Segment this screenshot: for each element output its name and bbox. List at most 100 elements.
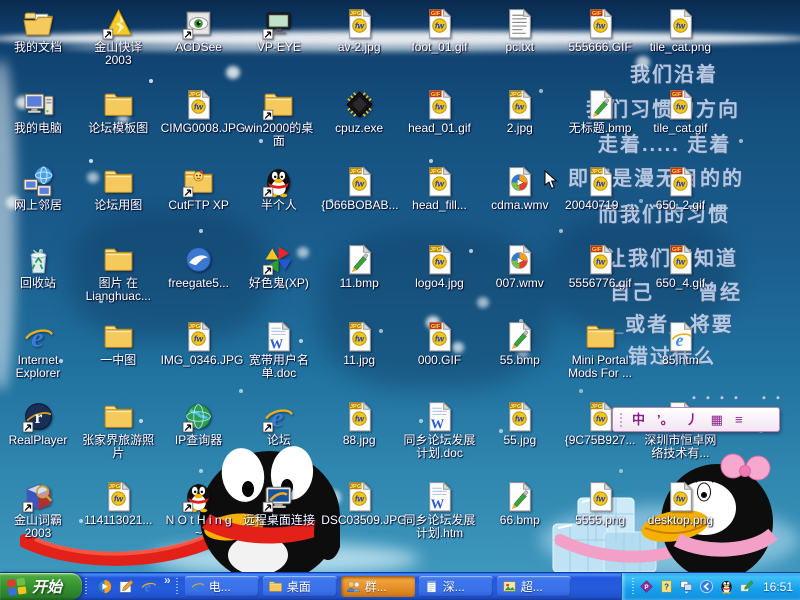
desktop-icon[interactable]: GIFfwtile_cat.gif [642, 86, 718, 135]
desktop-icon[interactable]: e论坛 [241, 398, 317, 447]
desktop-icon-label: 一中图 [80, 354, 156, 367]
desktop-icon[interactable]: JPGfw2.jpg [482, 86, 558, 135]
desktop-icon[interactable]: JPGfw11.jpg [321, 318, 397, 367]
desktop-icon[interactable]: GIFfw555666.GIF [562, 5, 638, 54]
svg-text:fw: fw [676, 103, 686, 112]
tray-back-icon[interactable] [698, 578, 715, 595]
desktop[interactable]: 我们沿着我们习惯的方向走着..... 走着即便是漫无目的的而我们的习惯让我们不知… [0, 0, 800, 573]
desktop-icon[interactable]: 55.bmp [482, 318, 558, 367]
taskbar-button-3[interactable]: 群... [341, 576, 415, 597]
desktop-icon[interactable]: 金山快译 2003 [80, 5, 156, 67]
desktop-icon[interactable]: 回收站 [0, 241, 76, 290]
desktop-icon[interactable]: 网上邻居 [0, 163, 76, 212]
desktop-icon[interactable]: JPGfw{D66BOBAB... [321, 163, 397, 212]
taskbar-button-5[interactable]: 超... [497, 576, 571, 597]
tray-windows-icon[interactable] [678, 578, 695, 595]
desktop-icon[interactable]: 11.bmp [321, 241, 397, 290]
desktop-icon[interactable]: 半个人 [241, 163, 317, 212]
desktop-icon[interactable]: 无标题.bmp [562, 86, 638, 135]
desktop-icon[interactable]: 一中图 [80, 318, 156, 367]
desktop-icon-label: ACDSee [161, 41, 237, 54]
desktop-icon[interactable]: fwdesktop.png [642, 478, 718, 527]
desktop-icon[interactable]: 论坛用图 [80, 163, 156, 212]
desktop-icon[interactable]: W同乡论坛发展 计划.htm [402, 478, 478, 540]
ime-item-3[interactable]: ▦ [711, 413, 723, 426]
desktop-icon[interactable]: 论坛模板图 [80, 86, 156, 135]
desktop-icon[interactable]: pc.txt [482, 5, 558, 54]
ime-item-1[interactable]: ’。 [657, 413, 674, 426]
desktop-icon[interactable]: CutFTP XP [161, 163, 237, 212]
desktop-icon[interactable]: JPGfwDSC03509.JPG [321, 478, 397, 527]
tray-qq-icon[interactable] [718, 578, 735, 595]
gif-icon: GIFfw [402, 5, 478, 40]
desktop-icon[interactable]: GIFfwhead_01.gif [402, 86, 478, 135]
desktop-icon[interactable]: eInternet Explorer [0, 318, 76, 380]
tray-help-icon[interactable]: ? [658, 578, 675, 595]
desktop-icon[interactable]: W同乡论坛发展 计划.doc [402, 398, 478, 460]
desktop-icon[interactable]: Mini Portal Mods For ... [562, 318, 638, 380]
desktop-icon[interactable]: VP-EYE [241, 5, 317, 54]
desktop-icon[interactable]: W宽带用户名 单.doc [241, 318, 317, 380]
desktop-icon[interactable]: JPGfwlogo4.jpg [402, 241, 478, 290]
colorful-icon [241, 241, 317, 276]
desktop-icon[interactable]: JPGfw20040719_... [562, 163, 638, 212]
windows-logo-icon [7, 577, 27, 597]
desktop-icon[interactable]: GIFfw5556776.gif [562, 241, 638, 290]
desktop-icon[interactable]: GIFfw000.GIF [402, 318, 478, 367]
ime-item-2[interactable]: 丿 [686, 413, 699, 426]
desktop-icon[interactable]: N O t H i n g ~ [161, 478, 237, 540]
ime-grip[interactable] [620, 413, 625, 427]
desktop-icon[interactable]: ACDSee [161, 5, 237, 54]
desktop-icon[interactable]: 66.bmp [482, 478, 558, 527]
ime-language-bar[interactable]: 中 ’。丿 ▦ ≡ [612, 407, 780, 432]
desktop-icon[interactable]: fw5555.png [562, 478, 638, 527]
wmp-icon[interactable] [95, 578, 113, 596]
desktop-icon[interactable]: IP查询器 [161, 398, 237, 447]
ie-icon[interactable]: e [139, 578, 157, 596]
desktop-icon[interactable]: JPGfw55.jpg [482, 398, 558, 447]
doc-icon: W [241, 318, 317, 353]
desktop-icon-label: head_01.gif [402, 122, 478, 135]
ime-item-0[interactable]: 中 [632, 413, 645, 426]
taskbar-button-2[interactable]: 桌面 [263, 576, 337, 597]
taskbar-button-1[interactable]: e电... [185, 576, 259, 597]
desktop-icon[interactable]: e85.htm [642, 318, 718, 367]
desktop-icon[interactable]: GIFfw650_4.gif [642, 241, 718, 290]
desktop-icon[interactable]: 图片 在 Lianghuac... [80, 241, 156, 303]
start-button[interactable]: 开始 [0, 573, 82, 600]
ime-item-4[interactable]: ≡ [735, 413, 743, 426]
notepad-icon [424, 579, 439, 594]
desktop-icon-label: pc.txt [482, 41, 558, 54]
svg-text:fw: fw [676, 22, 686, 31]
desktop-icon[interactable]: JPGfw114113021... [80, 478, 156, 527]
desktop-icon[interactable]: 007.wmv [482, 241, 558, 290]
show-desktop-icon[interactable] [117, 578, 135, 596]
desktop-icon[interactable]: freegate5... [161, 241, 237, 290]
desktop-icon[interactable]: 远程桌面连接 [241, 478, 317, 527]
desktop-icon[interactable]: cpuz.exe [321, 86, 397, 135]
desktop-icon[interactable]: 张家界旅游照 片 [80, 398, 156, 460]
tray-pdiamond-icon[interactable]: P [638, 578, 655, 595]
desktop-icon[interactable]: 金山词霸 2003 [0, 478, 76, 540]
taskbar-button-4[interactable]: 深... [419, 576, 493, 597]
desktop-icon[interactable]: 好色鬼(XP) [241, 241, 317, 290]
desktop-icon[interactable]: JPGfw88.jpg [321, 398, 397, 447]
desktop-icon[interactable]: GIFfw650_2.gif [642, 163, 718, 212]
desktop-icon[interactable]: GIFfwfoot_01.gif [402, 5, 478, 54]
desktop-icon[interactable]: JPGfwav-2.jpg [321, 5, 397, 54]
svg-text:fw: fw [435, 258, 445, 267]
desktop-icon-label: cdma.wmv [482, 199, 558, 212]
desktop-icon-label: 远程桌面连接 [241, 514, 317, 527]
desktop-icon[interactable]: rRealPlayer [0, 398, 76, 447]
desktop-icon[interactable]: JPGfwhead_fill... [402, 163, 478, 212]
desktop-icon[interactable]: win2000的桌 面 [241, 86, 317, 148]
desktop-icon[interactable]: JPGfwCIMG0008.JPG [161, 86, 237, 135]
desktop-icon[interactable]: 我的电脑 [0, 86, 76, 135]
desktop-icon[interactable]: fwtile_cat.png [642, 5, 718, 54]
desktop-icon[interactable]: 我的文档 [0, 5, 76, 54]
quick-launch-overflow[interactable]: » [162, 573, 173, 600]
tray-pen-icon[interactable] [738, 578, 755, 595]
globe-icon [161, 398, 237, 433]
desktop-icon[interactable]: JPGfwIMG_0346.JPG [161, 318, 237, 367]
network-icon [0, 163, 76, 198]
